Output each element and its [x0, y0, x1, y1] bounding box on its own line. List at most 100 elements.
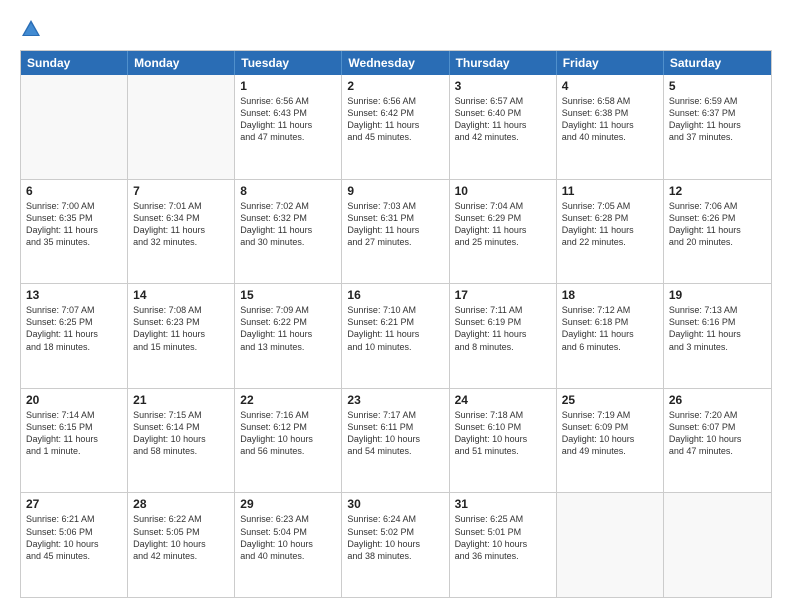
cell-details: Sunrise: 7:08 AMSunset: 6:23 PMDaylight:… — [133, 304, 229, 353]
calendar-cell: 22Sunrise: 7:16 AMSunset: 6:12 PMDayligh… — [235, 389, 342, 493]
day-number: 13 — [26, 288, 122, 302]
day-number: 1 — [240, 79, 336, 93]
day-number: 17 — [455, 288, 551, 302]
day-number: 4 — [562, 79, 658, 93]
calendar-cell: 13 Sunrise: 7:07 AMSunset: 6:25 PMDayligh… — [21, 284, 128, 388]
calendar-header-cell: Monday — [128, 51, 235, 75]
calendar-header-cell: Wednesday — [342, 51, 449, 75]
calendar-cell — [21, 75, 128, 179]
day-number: 9 — [347, 184, 443, 198]
cell-details: Sunrise: 7:18 AMSunset: 6:10 PMDaylight:… — [455, 409, 551, 458]
cell-details: Sunrise: 7:10 AMSunset: 6:21 PMDaylight:… — [347, 304, 443, 353]
cell-details: Sunrise: 6:57 AMSunset: 6:40 PMDaylight:… — [455, 95, 551, 144]
calendar-cell: 16 Sunrise: 7:10 AMSunset: 6:21 PMDayligh… — [342, 284, 449, 388]
calendar-cell: 19 Sunrise: 7:13 AMSunset: 6:16 PMDayligh… — [664, 284, 771, 388]
calendar-cell: 4 Sunrise: 6:58 AMSunset: 6:38 PMDaylight… — [557, 75, 664, 179]
calendar-cell: 1 Sunrise: 6:56 AMSunset: 6:43 PMDaylight… — [235, 75, 342, 179]
cell-details: Sunrise: 6:22 AMSunset: 5:05 PMDaylight:… — [133, 513, 229, 562]
day-number: 19 — [669, 288, 766, 302]
calendar-cell: 24 Sunrise: 7:18 AMSunset: 6:10 PMDayligh… — [450, 389, 557, 493]
logo — [20, 18, 44, 40]
day-number: 29 — [240, 497, 336, 511]
day-number: 3 — [455, 79, 551, 93]
cell-details: Sunrise: 6:56 AMSunset: 6:43 PMDaylight:… — [240, 95, 336, 144]
day-number: 26 — [669, 393, 766, 407]
day-number: 23 — [347, 393, 443, 407]
calendar-cell: 6Sunrise: 7:00 AMSunset: 6:35 PMDaylight… — [21, 180, 128, 284]
day-number: 15 — [240, 288, 336, 302]
day-number: 8 — [240, 184, 336, 198]
calendar-cell: 11 Sunrise: 7:05 AMSunset: 6:28 PMDayligh… — [557, 180, 664, 284]
calendar-cell: 20 Sunrise: 7:14 AMSunset: 6:15 PMDayligh… — [21, 389, 128, 493]
calendar-cell: 15 Sunrise: 7:09 AMSunset: 6:22 PMDayligh… — [235, 284, 342, 388]
cell-details: Sunrise: 7:14 AMSunset: 6:15 PMDaylight:… — [26, 409, 122, 458]
day-number: 6 — [26, 184, 122, 198]
day-number: 12 — [669, 184, 766, 198]
calendar-cell: 31 Sunrise: 6:25 AMSunset: 5:01 PMDayligh… — [450, 493, 557, 597]
calendar: SundayMondayTuesdayWednesdayThursdayFrid… — [20, 50, 772, 598]
day-number: 2 — [347, 79, 443, 93]
cell-details: Sunrise: 7:20 AMSunset: 6:07 PMDaylight:… — [669, 409, 766, 458]
cell-details: Sunrise: 6:56 AMSunset: 6:42 PMDaylight:… — [347, 95, 443, 144]
day-number: 30 — [347, 497, 443, 511]
cell-details: Sunrise: 7:11 AMSunset: 6:19 PMDaylight:… — [455, 304, 551, 353]
calendar-cell — [557, 493, 664, 597]
cell-details: Sunrise: 7:13 AMSunset: 6:16 PMDaylight:… — [669, 304, 766, 353]
day-number: 14 — [133, 288, 229, 302]
cell-details: Sunrise: 6:23 AMSunset: 5:04 PMDaylight:… — [240, 513, 336, 562]
day-number: 7 — [133, 184, 229, 198]
calendar-header-cell: Tuesday — [235, 51, 342, 75]
cell-details: Sunrise: 7:06 AMSunset: 6:26 PMDaylight:… — [669, 200, 766, 249]
cell-details: Sunrise: 6:25 AMSunset: 5:01 PMDaylight:… — [455, 513, 551, 562]
cell-details: Sunrise: 6:24 AMSunset: 5:02 PMDaylight:… — [347, 513, 443, 562]
calendar-cell: 3 Sunrise: 6:57 AMSunset: 6:40 PMDaylight… — [450, 75, 557, 179]
calendar-cell: 9 Sunrise: 7:03 AMSunset: 6:31 PMDaylight… — [342, 180, 449, 284]
day-number: 31 — [455, 497, 551, 511]
calendar-cell: 30 Sunrise: 6:24 AMSunset: 5:02 PMDayligh… — [342, 493, 449, 597]
calendar-row: 6Sunrise: 7:00 AMSunset: 6:35 PMDaylight… — [21, 180, 771, 285]
cell-details: Sunrise: 7:01 AMSunset: 6:34 PMDaylight:… — [133, 200, 229, 249]
day-number: 5 — [669, 79, 766, 93]
logo-icon — [20, 18, 42, 40]
cell-details: Sunrise: 6:58 AMSunset: 6:38 PMDaylight:… — [562, 95, 658, 144]
calendar-cell: 12 Sunrise: 7:06 AMSunset: 6:26 PMDayligh… — [664, 180, 771, 284]
calendar-cell — [128, 75, 235, 179]
calendar-cell: 14 Sunrise: 7:08 AMSunset: 6:23 PMDayligh… — [128, 284, 235, 388]
day-number: 25 — [562, 393, 658, 407]
calendar-header-cell: Saturday — [664, 51, 771, 75]
calendar-header-cell: Sunday — [21, 51, 128, 75]
calendar-cell: 2 Sunrise: 6:56 AMSunset: 6:42 PMDaylight… — [342, 75, 449, 179]
cell-details: Sunrise: 7:19 AMSunset: 6:09 PMDaylight:… — [562, 409, 658, 458]
day-number: 20 — [26, 393, 122, 407]
calendar-body: 1 Sunrise: 6:56 AMSunset: 6:43 PMDaylight… — [21, 75, 771, 598]
calendar-cell: 29 Sunrise: 6:23 AMSunset: 5:04 PMDayligh… — [235, 493, 342, 597]
calendar-cell: 7 Sunrise: 7:01 AMSunset: 6:34 PMDaylight… — [128, 180, 235, 284]
cell-details: Sunrise: 7:04 AMSunset: 6:29 PMDaylight:… — [455, 200, 551, 249]
day-number: 11 — [562, 184, 658, 198]
calendar-cell: 18 Sunrise: 7:12 AMSunset: 6:18 PMDayligh… — [557, 284, 664, 388]
day-number: 22 — [240, 393, 336, 407]
day-number: 18 — [562, 288, 658, 302]
cell-details: Sunrise: 7:03 AMSunset: 6:31 PMDaylight:… — [347, 200, 443, 249]
page: SundayMondayTuesdayWednesdayThursdayFrid… — [0, 0, 792, 612]
day-number: 24 — [455, 393, 551, 407]
calendar-cell: 8Sunrise: 7:02 AMSunset: 6:32 PMDaylight… — [235, 180, 342, 284]
calendar-cell: 26 Sunrise: 7:20 AMSunset: 6:07 PMDayligh… — [664, 389, 771, 493]
calendar-cell: 17 Sunrise: 7:11 AMSunset: 6:19 PMDayligh… — [450, 284, 557, 388]
calendar-cell — [664, 493, 771, 597]
calendar-header: SundayMondayTuesdayWednesdayThursdayFrid… — [21, 51, 771, 75]
cell-details: Sunrise: 7:17 AMSunset: 6:11 PMDaylight:… — [347, 409, 443, 458]
cell-details: Sunrise: 7:05 AMSunset: 6:28 PMDaylight:… — [562, 200, 658, 249]
cell-details: Sunrise: 7:07 AMSunset: 6:25 PMDaylight:… — [26, 304, 122, 353]
calendar-cell: 28Sunrise: 6:22 AMSunset: 5:05 PMDayligh… — [128, 493, 235, 597]
calendar-cell: 5Sunrise: 6:59 AMSunset: 6:37 PMDaylight… — [664, 75, 771, 179]
calendar-header-cell: Thursday — [450, 51, 557, 75]
cell-details: Sunrise: 7:12 AMSunset: 6:18 PMDaylight:… — [562, 304, 658, 353]
calendar-row: 27Sunrise: 6:21 AMSunset: 5:06 PMDayligh… — [21, 493, 771, 598]
cell-details: Sunrise: 7:09 AMSunset: 6:22 PMDaylight:… — [240, 304, 336, 353]
header — [20, 18, 772, 40]
day-number: 16 — [347, 288, 443, 302]
calendar-row: 13 Sunrise: 7:07 AMSunset: 6:25 PMDayligh… — [21, 284, 771, 389]
day-number: 27 — [26, 497, 122, 511]
calendar-cell: 21Sunrise: 7:15 AMSunset: 6:14 PMDayligh… — [128, 389, 235, 493]
